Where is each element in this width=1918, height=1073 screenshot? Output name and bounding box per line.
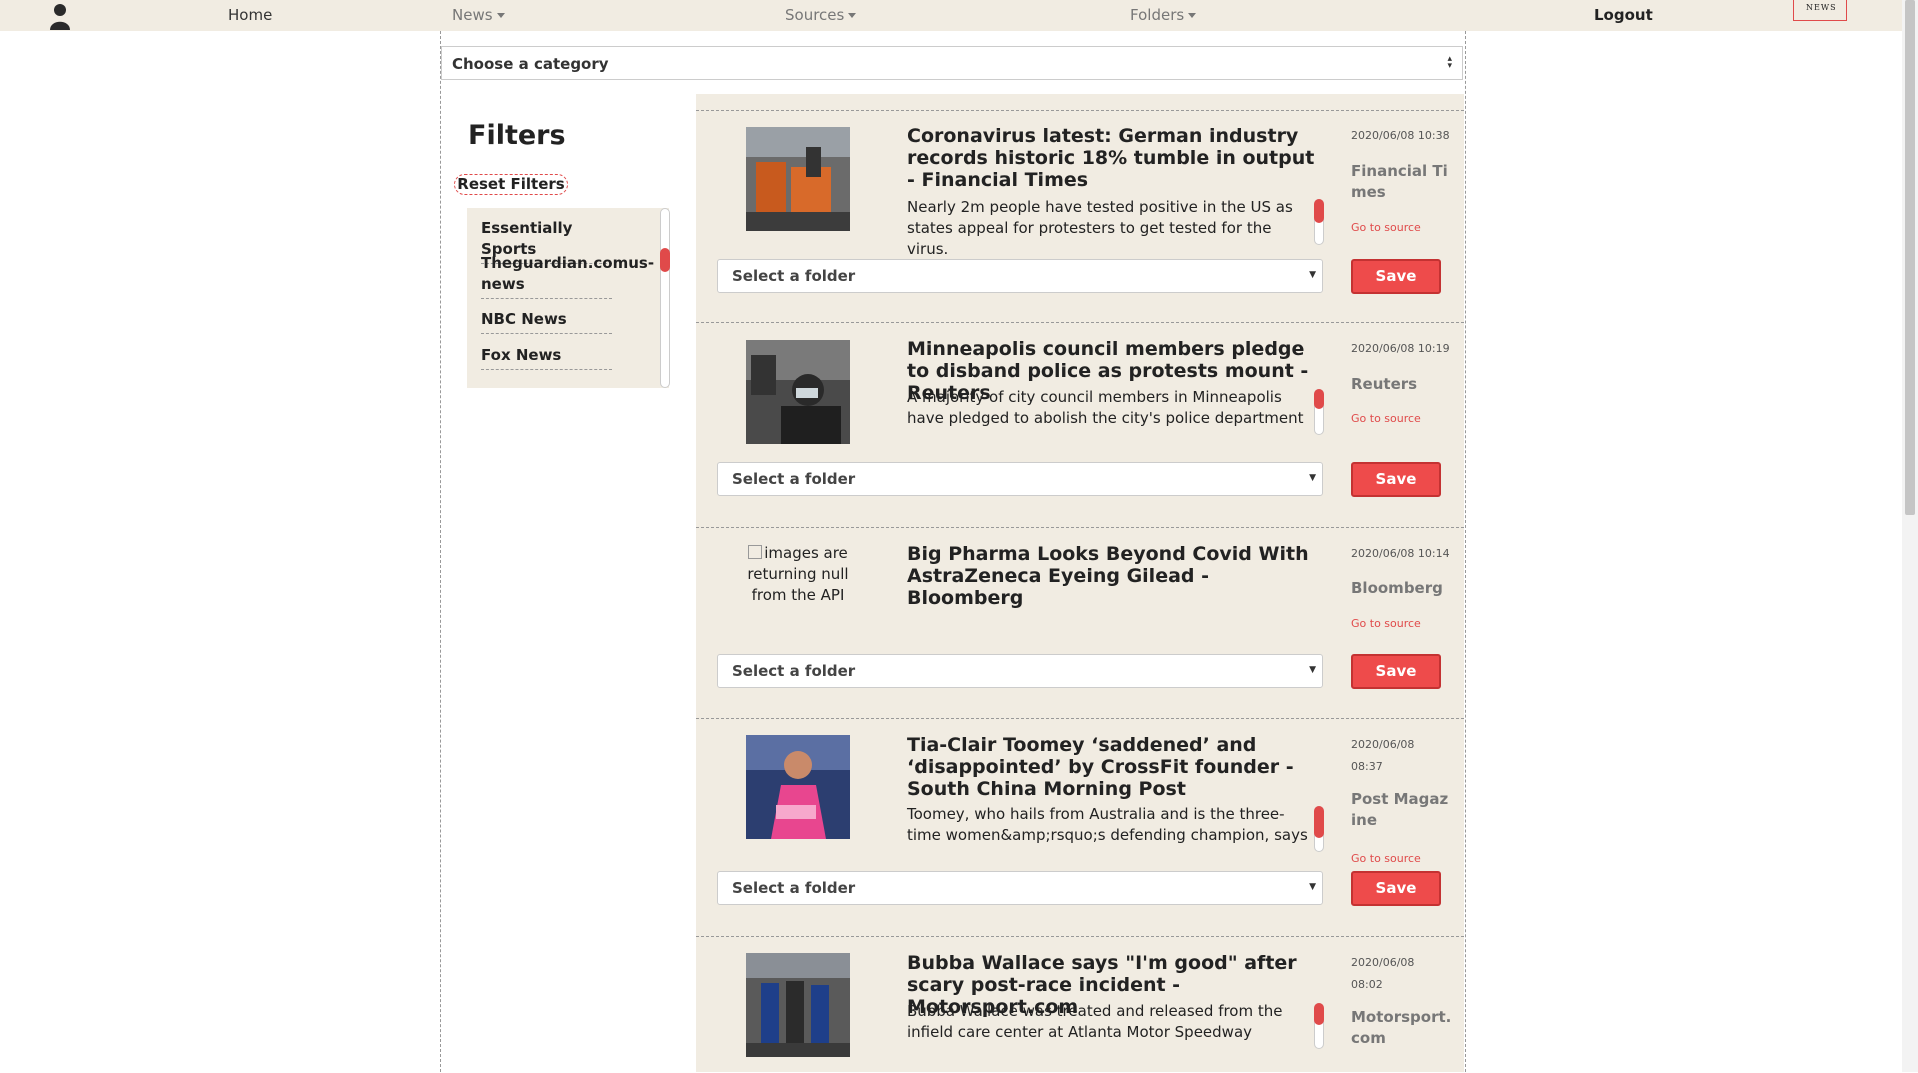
article-card: Minneapolis council members pledge to di… (696, 322, 1464, 528)
save-button[interactable]: Save (1351, 654, 1441, 689)
article-image (746, 735, 850, 839)
article-description: Nearly 2m people have tested positive in… (907, 198, 1293, 258)
description-scrollbar-thumb[interactable] (1314, 806, 1324, 838)
article-source: Post Magazine (1351, 790, 1449, 829)
chevron-down-icon (1188, 13, 1197, 18)
article-date: 2020/06/08 10:19 (1351, 342, 1450, 355)
chevron-down-icon (848, 13, 857, 18)
article-source: Motorsport.com (1351, 1008, 1452, 1047)
article-date: 2020/06/08 08:37 (1351, 738, 1415, 773)
category-select-value: Choose a category (452, 55, 609, 73)
go-to-source-link[interactable]: Go to source (1351, 852, 1421, 865)
save-button[interactable]: Save (1351, 259, 1441, 294)
nav-sources-dropdown[interactable]: Sources (785, 6, 857, 24)
article-date: 2020/06/08 10:14 (1351, 547, 1450, 560)
brand-logo[interactable]: NEWS (1806, 3, 1837, 12)
description-scrollbar-thumb[interactable] (1314, 199, 1324, 223)
folder-select-placeholder: Select a folder (732, 662, 856, 680)
chevron-down-icon: ▼ (1309, 473, 1316, 483)
chevron-down-icon (496, 13, 505, 18)
page-scrollbar-thumb[interactable] (1905, 0, 1915, 515)
nav-sources-label: Sources (785, 6, 845, 24)
source-filter-list: Essentially Sports Theguardian.comus-new… (467, 208, 669, 388)
avatar-icon[interactable] (46, 2, 74, 30)
article-source: Reuters (1351, 375, 1418, 393)
source-filter-item[interactable]: Fox News (481, 345, 612, 370)
chevron-down-icon: ▼ (1309, 882, 1316, 892)
source-list-scrollbar-thumb[interactable] (660, 248, 670, 272)
article-card: images are returning null from the API B… (696, 527, 1464, 719)
article-title[interactable]: Tia-Clair Toomey ‘saddened’ and ‘disappo… (907, 734, 1317, 800)
updown-icon: ▴ ▾ (1447, 54, 1452, 71)
folder-select-placeholder: Select a folder (732, 879, 856, 897)
article-date: 2020/06/08 10:38 (1351, 129, 1450, 142)
article-title[interactable]: Coronavirus latest: German industry reco… (907, 125, 1317, 191)
folder-select[interactable]: Select a folder ▼ (717, 871, 1323, 905)
broken-image-icon (748, 545, 763, 559)
article-image (746, 953, 850, 1057)
article-description: A majority of city council members in Mi… (907, 388, 1304, 427)
article-description: Bubba Wallace was treated and released f… (907, 1002, 1283, 1041)
category-select[interactable]: Choose a category ▴ ▾ (441, 46, 1463, 80)
article-card: Bubba Wallace says "I'm good" after scar… (696, 936, 1464, 1073)
nav-news-dropdown[interactable]: News (452, 6, 505, 24)
navbar: Home News Sources Folders Logout NEWS (0, 0, 1902, 31)
broken-image-alt-text: images are returning null from the API (740, 543, 856, 606)
source-filter-item[interactable]: NBC News (481, 309, 612, 334)
article-image (746, 340, 850, 444)
folder-select[interactable]: Select a folder ▼ (717, 654, 1323, 688)
chevron-down-icon: ▼ (1309, 270, 1316, 280)
go-to-source-link[interactable]: Go to source (1351, 412, 1421, 425)
image-alt-text: images are returning null from the API (747, 544, 849, 604)
folder-select-placeholder: Select a folder (732, 470, 856, 488)
save-button[interactable]: Save (1351, 871, 1441, 906)
description-scrollbar-thumb[interactable] (1314, 1003, 1324, 1025)
nav-folders-label: Folders (1130, 6, 1185, 24)
folder-select-placeholder: Select a folder (732, 267, 856, 285)
article-date: 2020/06/08 08:02 (1351, 956, 1415, 991)
folder-select[interactable]: Select a folder ▼ (717, 462, 1323, 496)
source-filter-item[interactable]: Theguardian.comus-news (481, 253, 654, 299)
nav-home-link[interactable]: Home (228, 6, 272, 24)
nav-folders-dropdown[interactable]: Folders (1130, 6, 1197, 24)
article-card: Tia-Clair Toomey ‘saddened’ and ‘disappo… (696, 718, 1464, 937)
article-title[interactable]: Big Pharma Looks Beyond Covid With Astra… (907, 543, 1317, 609)
source-list-scrollbar[interactable] (660, 208, 670, 388)
article-card: Coronavirus latest: German industry reco… (696, 110, 1464, 323)
go-to-source-link[interactable]: Go to source (1351, 617, 1421, 630)
article-description: Toomey, who hails from Australia and is … (907, 805, 1308, 844)
chevron-down-icon: ▼ (1309, 665, 1316, 675)
article-image (746, 127, 850, 231)
filters-title: Filters (468, 120, 566, 151)
nav-news-label: News (452, 6, 493, 24)
go-to-source-link[interactable]: Go to source (1351, 221, 1421, 234)
description-scrollbar-thumb[interactable] (1314, 389, 1324, 409)
article-source: Bloomberg (1351, 579, 1443, 597)
save-button[interactable]: Save (1351, 462, 1441, 497)
article-source: Financial Times (1351, 162, 1448, 201)
nav-logout-link[interactable]: Logout (1594, 6, 1653, 24)
reset-filters-button[interactable]: Reset Filters (454, 174, 568, 195)
folder-select[interactable]: Select a folder ▼ (717, 259, 1323, 293)
